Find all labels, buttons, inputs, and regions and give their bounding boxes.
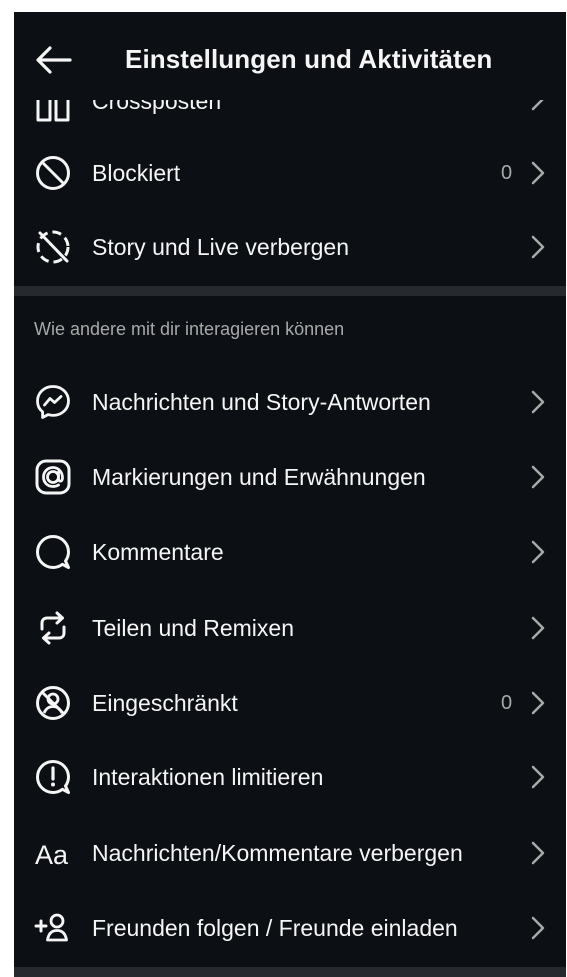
remix-icon (34, 609, 72, 647)
at-sign-icon (34, 458, 72, 496)
chevron-right-icon (528, 764, 548, 790)
settings-item-freunden-folgen-einladen[interactable]: Freunden folgen / Freunde einladen (14, 895, 566, 961)
chevron-right-icon (528, 690, 548, 716)
chevron-right-icon (528, 840, 548, 866)
limit-interactions-icon (34, 758, 72, 796)
settings-item-label: Interaktionen limitieren (92, 764, 324, 790)
chevron-right-icon (528, 539, 548, 565)
settings-item-label: Nachrichten und Story-Antworten (92, 389, 431, 415)
settings-item-nachrichten-story-antworten[interactable]: Nachrichten und Story-Antworten (14, 369, 566, 435)
restricted-icon (34, 684, 72, 722)
settings-item-teilen-remixen[interactable]: Teilen und Remixen (14, 595, 566, 661)
back-button[interactable] (32, 38, 76, 82)
chevron-right-icon (528, 915, 548, 941)
comment-icon (34, 533, 72, 571)
blocked-icon (34, 154, 72, 192)
svg-text:Aa: Aa (35, 840, 69, 870)
arrow-left-icon (36, 46, 72, 74)
settings-item-interaktionen-limitieren[interactable]: Interaktionen limitieren (14, 744, 566, 810)
chevron-right-icon (528, 464, 548, 490)
settings-item-label: Nachrichten/Kommentare verbergen (92, 840, 463, 866)
chevron-right-icon (528, 160, 548, 186)
settings-item-label: Eingeschränkt (92, 690, 238, 716)
chevron-right-icon (528, 615, 548, 641)
hidden-words-icon: Aa (34, 834, 72, 872)
settings-item-label: Freunden folgen / Freunde einladen (92, 915, 458, 941)
settings-item-kommentare[interactable]: Kommentare (14, 519, 566, 585)
settings-item-label: Story und Live verbergen (92, 234, 349, 260)
settings-item-label: Kommentare (92, 539, 224, 565)
restricted-count: 0 (501, 692, 513, 714)
chevron-right-icon (528, 389, 548, 415)
settings-screen: Einstellungen und Aktivitäten Crossposte… (14, 12, 566, 977)
settings-item-nachrichten-kommentare-verbergen[interactable]: Aa Nachrichten/Kommentare verbergen (14, 820, 566, 886)
section-divider (14, 286, 566, 296)
add-friend-icon (34, 909, 72, 947)
settings-item-label: Blockiert (92, 160, 181, 186)
section-divider (14, 967, 566, 977)
settings-item-eingeschraenkt[interactable]: Eingeschränkt 0 (14, 670, 566, 736)
settings-item-blockiert[interactable]: Blockiert 0 (14, 140, 566, 206)
header-bar: Einstellungen und Aktivitäten (14, 12, 566, 100)
messenger-icon (34, 383, 72, 421)
blocked-count: 0 (501, 162, 513, 184)
settings-item-label: Markierungen und Erwähnungen (92, 464, 426, 490)
settings-item-label: Teilen und Remixen (92, 615, 295, 641)
chevron-right-icon (528, 234, 548, 260)
settings-item-story-live-verbergen[interactable]: Story und Live verbergen (14, 214, 566, 280)
section-heading: Wie andere mit dir interagieren können (34, 319, 345, 339)
settings-item-markierungen-erwaehnungen[interactable]: Markierungen und Erwähnungen (14, 444, 566, 510)
page-title: Einstellungen und Aktivitäten (125, 44, 493, 74)
hide-story-icon (34, 228, 72, 266)
